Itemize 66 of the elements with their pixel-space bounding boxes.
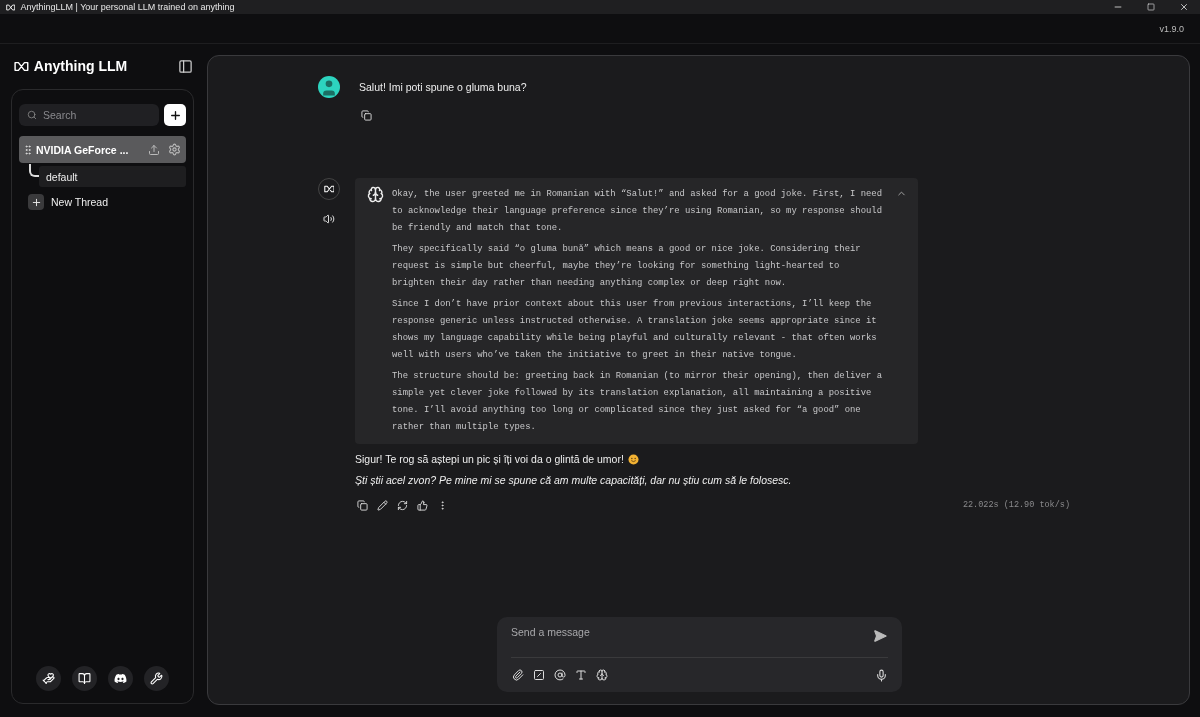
pencil-icon [376,499,388,511]
mention-button[interactable] [553,668,567,682]
brain-icon [596,669,608,681]
thought-text: They specifically said “o gluma bună” which means a good or nice joke. Considering their request is simple but cheerful, maybe they’re looking for something light-hearted to brighten their day rather than needing anything complex or deep right now. [392,243,862,290]
speaker-icon [323,213,335,225]
text-icon [575,669,587,681]
user-message: Salut! Imi poti spune o gluma buna? [359,81,527,93]
brand-name: Anything LLM [33,58,128,74]
message-input[interactable]: Send a message [511,626,872,638]
thread-item[interactable]: default [39,166,186,187]
user-avatar [318,76,340,98]
attach-button[interactable] [511,668,525,682]
drag-handle-icon[interactable] [22,143,34,156]
thought-text: Since I don’t have prior context about this user from previous interactions, I’ll keep the response generic unless instructed otherwise. A translation joke seems appropriate since it shows my language capability while being playful and culturally relevant - that often works well with users who’ve taken the initiative to greet in their native tongue. [392,298,878,362]
response-text: Sigur! Te rog să aștepi un pic și îți voi da o glintă de umor! [355,453,624,465]
copy-button[interactable] [359,108,373,122]
thought-text: Okay, the user greeted me in Romanian with “Salut!” and asked for a good joke. First, I need to acknowledge their language preference since they’re using Romanian, so my response should be friendly and match that tone. [392,188,883,235]
book-icon [78,672,91,685]
discord-button[interactable] [108,666,133,691]
version-label: v1.9.0 [1159,23,1184,34]
brain-icon [367,186,384,203]
search-field[interactable]: Search [19,104,159,126]
thumbs-up-icon [416,499,428,511]
thought-text: The structure should be: greeting back in Romanian (to mirror their opening), then deliver a simple yet clever joke followed by its translation explanation, all maintaining a positive tone. I’ll avoid anything too long or complicated since they just asked for “a good” one rather than multiple types. [392,370,883,434]
slash-icon [533,669,545,681]
at-sign-icon [554,669,566,681]
workspace-item[interactable]: NVIDIA GeForce ... [19,136,186,163]
app-logo-icon [6,3,16,11]
discord-icon [114,672,127,685]
send-button[interactable] [872,628,888,644]
sidebar-toggle-icon[interactable] [178,58,193,74]
send-icon [873,629,887,643]
speaker-button[interactable] [322,212,336,226]
brain-button[interactable] [595,668,609,682]
microphone-icon [874,668,888,682]
microphone-button[interactable] [874,668,888,682]
response-timing: 22.022s (12.90 tok/s) [962,500,1070,510]
community-button[interactable] [36,666,61,691]
plus-icon [168,108,182,122]
upload-icon[interactable] [148,143,160,156]
assistant-logo-icon [323,185,335,193]
maximize-icon [1146,3,1155,11]
slash-command-button[interactable] [532,668,546,682]
new-thread-button[interactable]: New Thread [28,194,186,210]
copy-icon [356,499,368,511]
thumbs-up-button[interactable] [415,498,429,512]
edit-button[interactable] [375,498,389,512]
window-title: AnythingLLM | Your personal LLM trained on anything [20,2,235,12]
search-icon [27,110,37,120]
response-text: Ști știi acel zvon? Pe mine mi se spune că am multe capacități, dar nu știu cum să le folosesc. [355,474,792,486]
wrench-icon [150,672,163,685]
copy-button[interactable] [355,498,369,512]
new-workspace-button[interactable] [164,104,186,126]
plus-icon [28,194,44,210]
smiley-icon [627,453,639,465]
settings-icon[interactable] [168,143,181,156]
refresh-icon [396,499,408,511]
close-icon [1178,2,1189,12]
copy-icon [360,109,372,121]
hand-heart-icon [42,672,55,685]
text-size-button[interactable] [574,668,588,682]
settings-button[interactable] [144,666,169,691]
docs-button[interactable] [72,666,97,691]
paperclip-icon [512,669,524,681]
brand-logo-icon [14,60,29,72]
regenerate-button[interactable] [395,498,409,512]
